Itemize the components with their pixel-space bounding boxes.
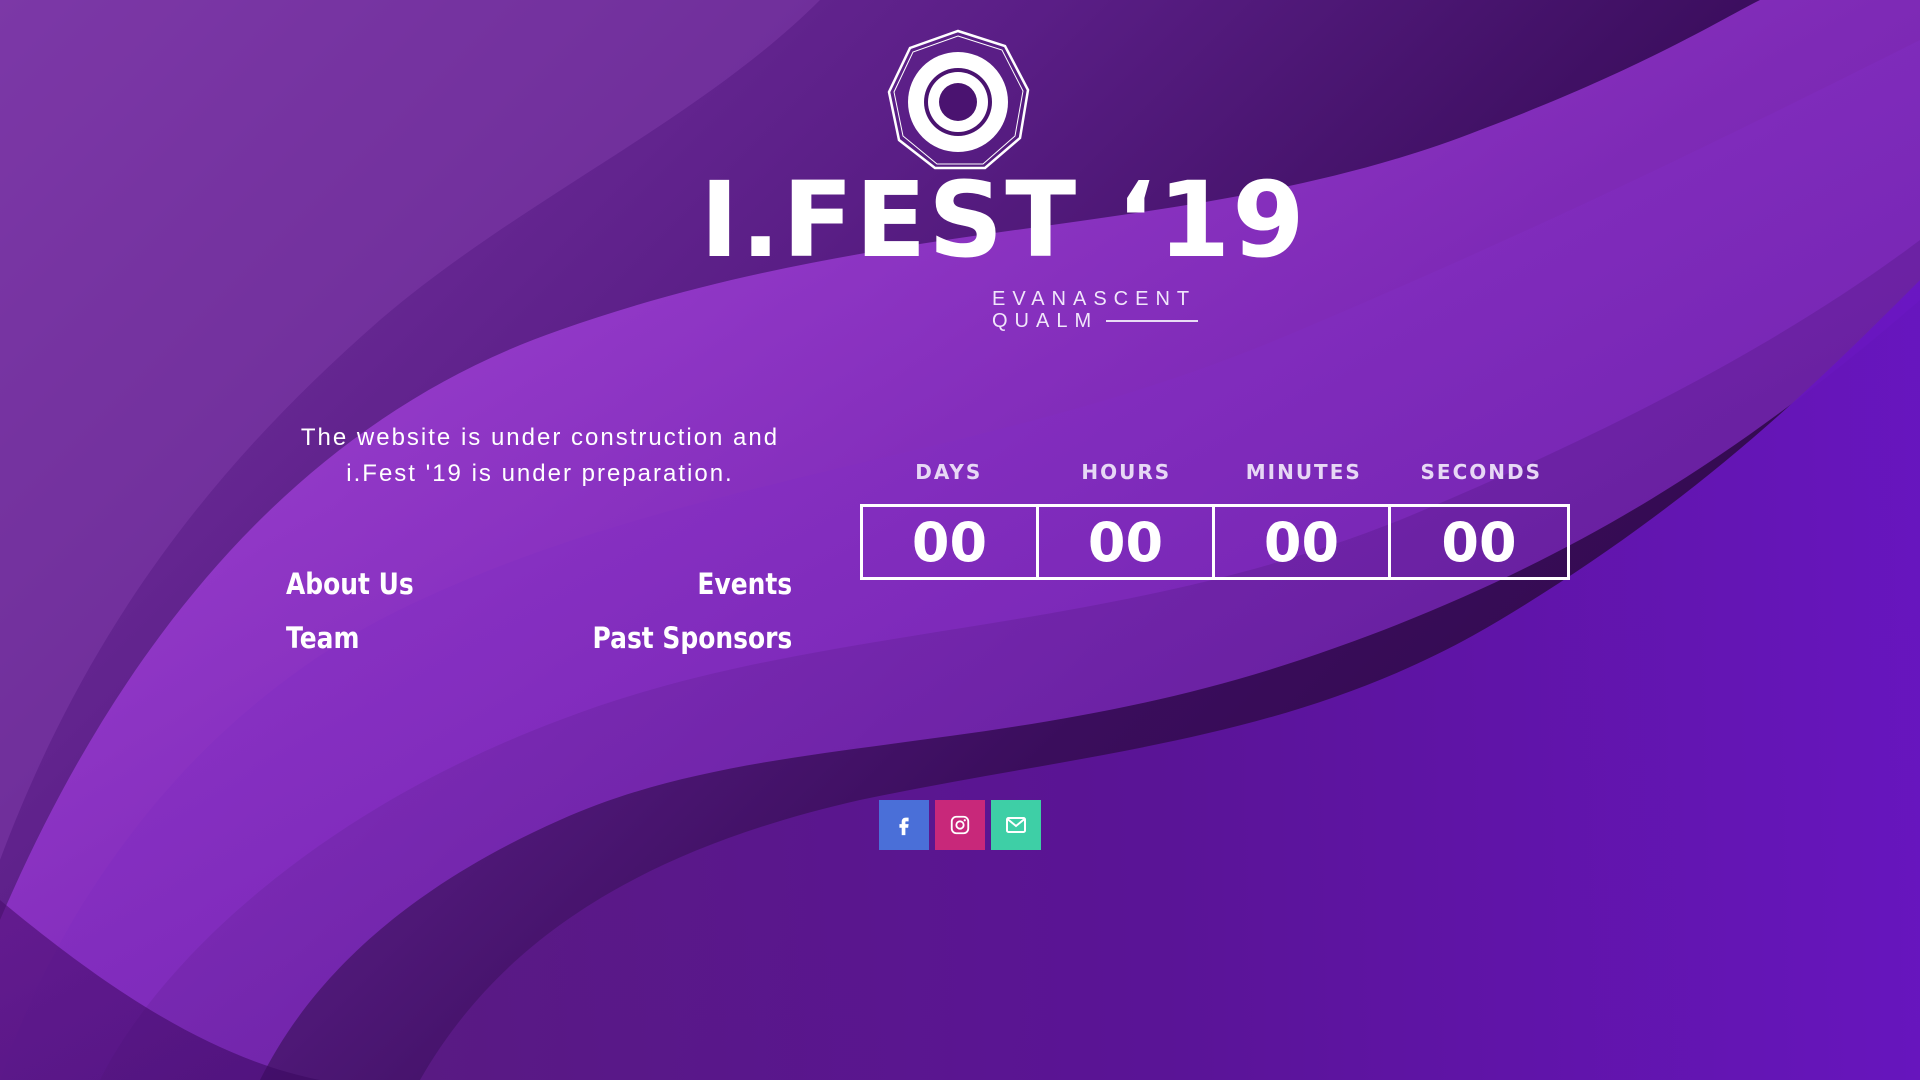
countdown-label-days: DAYS — [915, 460, 983, 484]
facebook-button[interactable] — [879, 800, 929, 850]
countdown-hours-value: 00 — [1039, 507, 1215, 577]
tagline-line-2: QUALM — [992, 310, 1199, 332]
tagline-line-2-text: QUALM — [992, 310, 1099, 332]
nav-link-past-sponsors[interactable]: Past Sponsors — [592, 618, 792, 658]
landing-page: I.FEST ‘19 EVANASCENT QUALM The website … — [0, 0, 1920, 1080]
countdown-minutes-value: 00 — [1215, 507, 1391, 577]
countdown-label-hours: HOURS — [1081, 460, 1172, 484]
countdown-timer: DAYS HOURS MINUTES SECONDS 00 00 00 00 — [860, 456, 1570, 580]
countdown-seconds-value: 00 — [1441, 510, 1517, 574]
countdown-days-value: 00 — [863, 507, 1039, 577]
tagline-line-1: EVANASCENT — [992, 288, 1197, 310]
tagline-divider — [1106, 320, 1199, 322]
countdown-boxes: 00 00 00 00 — [860, 504, 1570, 580]
nav-link-about-us[interactable]: About Us — [286, 564, 414, 604]
social-links — [879, 800, 1041, 850]
event-tagline: EVANASCENT QUALM — [992, 288, 1199, 332]
countdown-labels: DAYS HOURS MINUTES SECONDS — [860, 456, 1570, 488]
countdown-label-seconds: SECONDS — [1420, 460, 1542, 484]
construction-notice: The website is under construction and i.… — [270, 420, 810, 492]
nav-link-events[interactable]: Events — [697, 564, 792, 604]
mail-icon — [1006, 817, 1026, 833]
notice-line-1: The website is under construction and — [300, 424, 780, 451]
nav-link-team[interactable]: Team — [286, 618, 359, 658]
event-title: I.FEST ‘19 — [700, 159, 1307, 281]
instagram-icon — [950, 815, 970, 835]
countdown-label-minutes: MINUTES — [1245, 460, 1362, 484]
instagram-button[interactable] — [935, 800, 985, 850]
logo-emblem-icon — [887, 29, 1030, 170]
facebook-icon — [899, 817, 909, 836]
email-button[interactable] — [991, 800, 1041, 850]
event-logo: I.FEST ‘19 EVANASCENT QUALM — [0, 0, 1920, 340]
notice-line-2: i.Fest '19 is under preparation. — [346, 460, 734, 487]
